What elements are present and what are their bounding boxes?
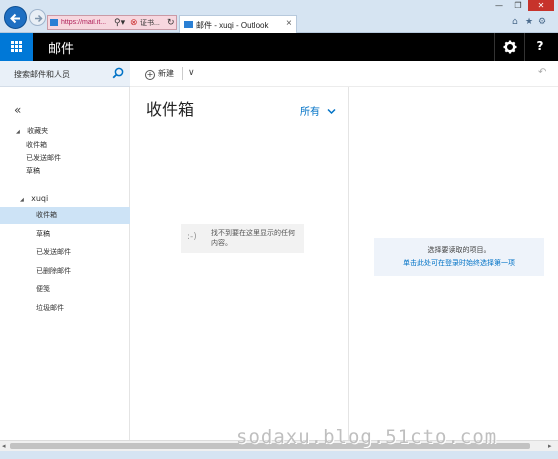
app-title: 邮件	[48, 42, 75, 57]
forward-arrow-icon	[35, 14, 43, 23]
outlook-favicon-icon	[184, 21, 193, 28]
folder-item-deleted[interactable]: 已删除邮件	[0, 263, 130, 280]
settings-button[interactable]	[494, 33, 524, 61]
folder-item-drafts[interactable]: 草稿	[0, 226, 130, 243]
filter-label: 所有	[300, 107, 320, 118]
cert-error-icon[interactable]: ⊗	[130, 17, 138, 28]
reading-pane: 选择要读取的项目。 单击此处可在登录时始终选择第一项	[350, 87, 558, 440]
empty-message: 找不到要在这里显示的任何内容。	[211, 229, 295, 247]
tab-title: 邮件 - xuqi - Outlook	[196, 21, 269, 30]
folder-item-inbox[interactable]: 收件箱	[0, 207, 130, 224]
close-window-button[interactable]: ✕	[528, 0, 554, 11]
home-icon[interactable]: ⌂	[512, 17, 518, 27]
new-label: 新建	[158, 69, 174, 78]
maximize-button[interactable]: ❐	[509, 0, 527, 11]
expand-triangle-icon: ◢	[20, 197, 24, 203]
refresh-icon[interactable]: ↻	[167, 17, 175, 28]
folder-pane: « ◢ 收藏夹 收件箱 已发送邮件 草稿 ◢ xuqi 收件箱 草稿 已发送邮件…	[0, 87, 130, 440]
folder-title: 收件箱	[146, 100, 195, 119]
app-launcher-button[interactable]	[0, 33, 33, 61]
browser-tab-outlook[interactable]: 邮件 - xuqi - Outlook ×	[179, 15, 297, 33]
collapse-pane-button[interactable]: «	[14, 103, 21, 117]
scroll-right-icon[interactable]: ▸	[548, 442, 552, 450]
address-bar[interactable]: https://mail.it... ⚲▾ ⊗ 证书... ↻	[47, 15, 177, 30]
search-dropdown-icon[interactable]: ⚲▾	[114, 17, 125, 28]
tab-close-icon[interactable]: ×	[286, 18, 292, 29]
scroll-left-icon[interactable]: ◂	[2, 442, 6, 450]
minimize-button[interactable]: —	[490, 0, 508, 11]
plus-icon: +	[145, 70, 155, 80]
folder-item-junk[interactable]: 垃圾邮件	[0, 300, 130, 317]
help-button[interactable]: ?	[524, 33, 558, 61]
forward-button[interactable]	[29, 9, 46, 26]
help-icon: ?	[536, 39, 544, 53]
cert-label[interactable]: 证书...	[140, 18, 160, 28]
search-icon[interactable]	[112, 67, 124, 79]
message-list: 收件箱 所有 :-) 找不到要在这里显示的任何内容。	[130, 87, 349, 440]
select-first-item-link[interactable]: 单击此处可在登录时始终选择第一项	[374, 258, 544, 268]
folder-item-notes[interactable]: 便笺	[0, 281, 130, 298]
command-bar: + 新建 ∨ ↶	[130, 61, 558, 87]
window-bottom-border	[0, 451, 558, 459]
address-url: https://mail.it...	[61, 19, 107, 26]
toolbar-divider	[182, 67, 183, 80]
watermark: sodaxu.blog.51cto.com	[236, 426, 498, 448]
empty-state: :-) 找不到要在这里显示的任何内容。	[181, 224, 304, 253]
window-controls: — ❐ ✕	[490, 0, 554, 11]
favorites-star-icon[interactable]: ★	[525, 17, 533, 27]
reading-pane-placeholder: 选择要读取的项目。 单击此处可在登录时始终选择第一项	[374, 238, 544, 276]
tools-gear-icon[interactable]: ⚙	[538, 17, 546, 27]
gear-icon	[503, 40, 517, 54]
back-button[interactable]	[4, 6, 27, 29]
outlook-favicon-icon	[50, 19, 58, 26]
reading-pane-prompt: 选择要读取的项目。	[427, 246, 491, 254]
search-placeholder: 搜索邮件和人员	[14, 70, 70, 79]
filter-dropdown[interactable]: 所有	[300, 103, 336, 118]
new-dropdown-chevron-icon[interactable]: ∨	[188, 68, 195, 78]
favorite-item-drafts[interactable]: 草稿	[0, 163, 130, 180]
chevron-down-icon	[327, 108, 336, 115]
new-message-button[interactable]: + 新建	[145, 68, 174, 80]
account-header[interactable]: ◢ xuqi	[0, 190, 130, 207]
back-arrow-icon	[10, 13, 20, 24]
browser-chrome: https://mail.it... ⚲▾ ⊗ 证书... ↻ 邮件 - xuq…	[0, 0, 558, 33]
browser-toolbar-icons: ⌂ ★ ⚙	[512, 17, 552, 29]
search-box[interactable]: 搜索邮件和人员	[0, 61, 130, 87]
undo-icon[interactable]: ↶	[538, 67, 546, 78]
app-header: 邮件 ?	[0, 33, 558, 61]
folder-item-sent[interactable]: 已发送邮件	[0, 244, 130, 261]
expand-triangle-icon: ◢	[16, 129, 20, 135]
smiley-icon: :-)	[187, 232, 197, 242]
